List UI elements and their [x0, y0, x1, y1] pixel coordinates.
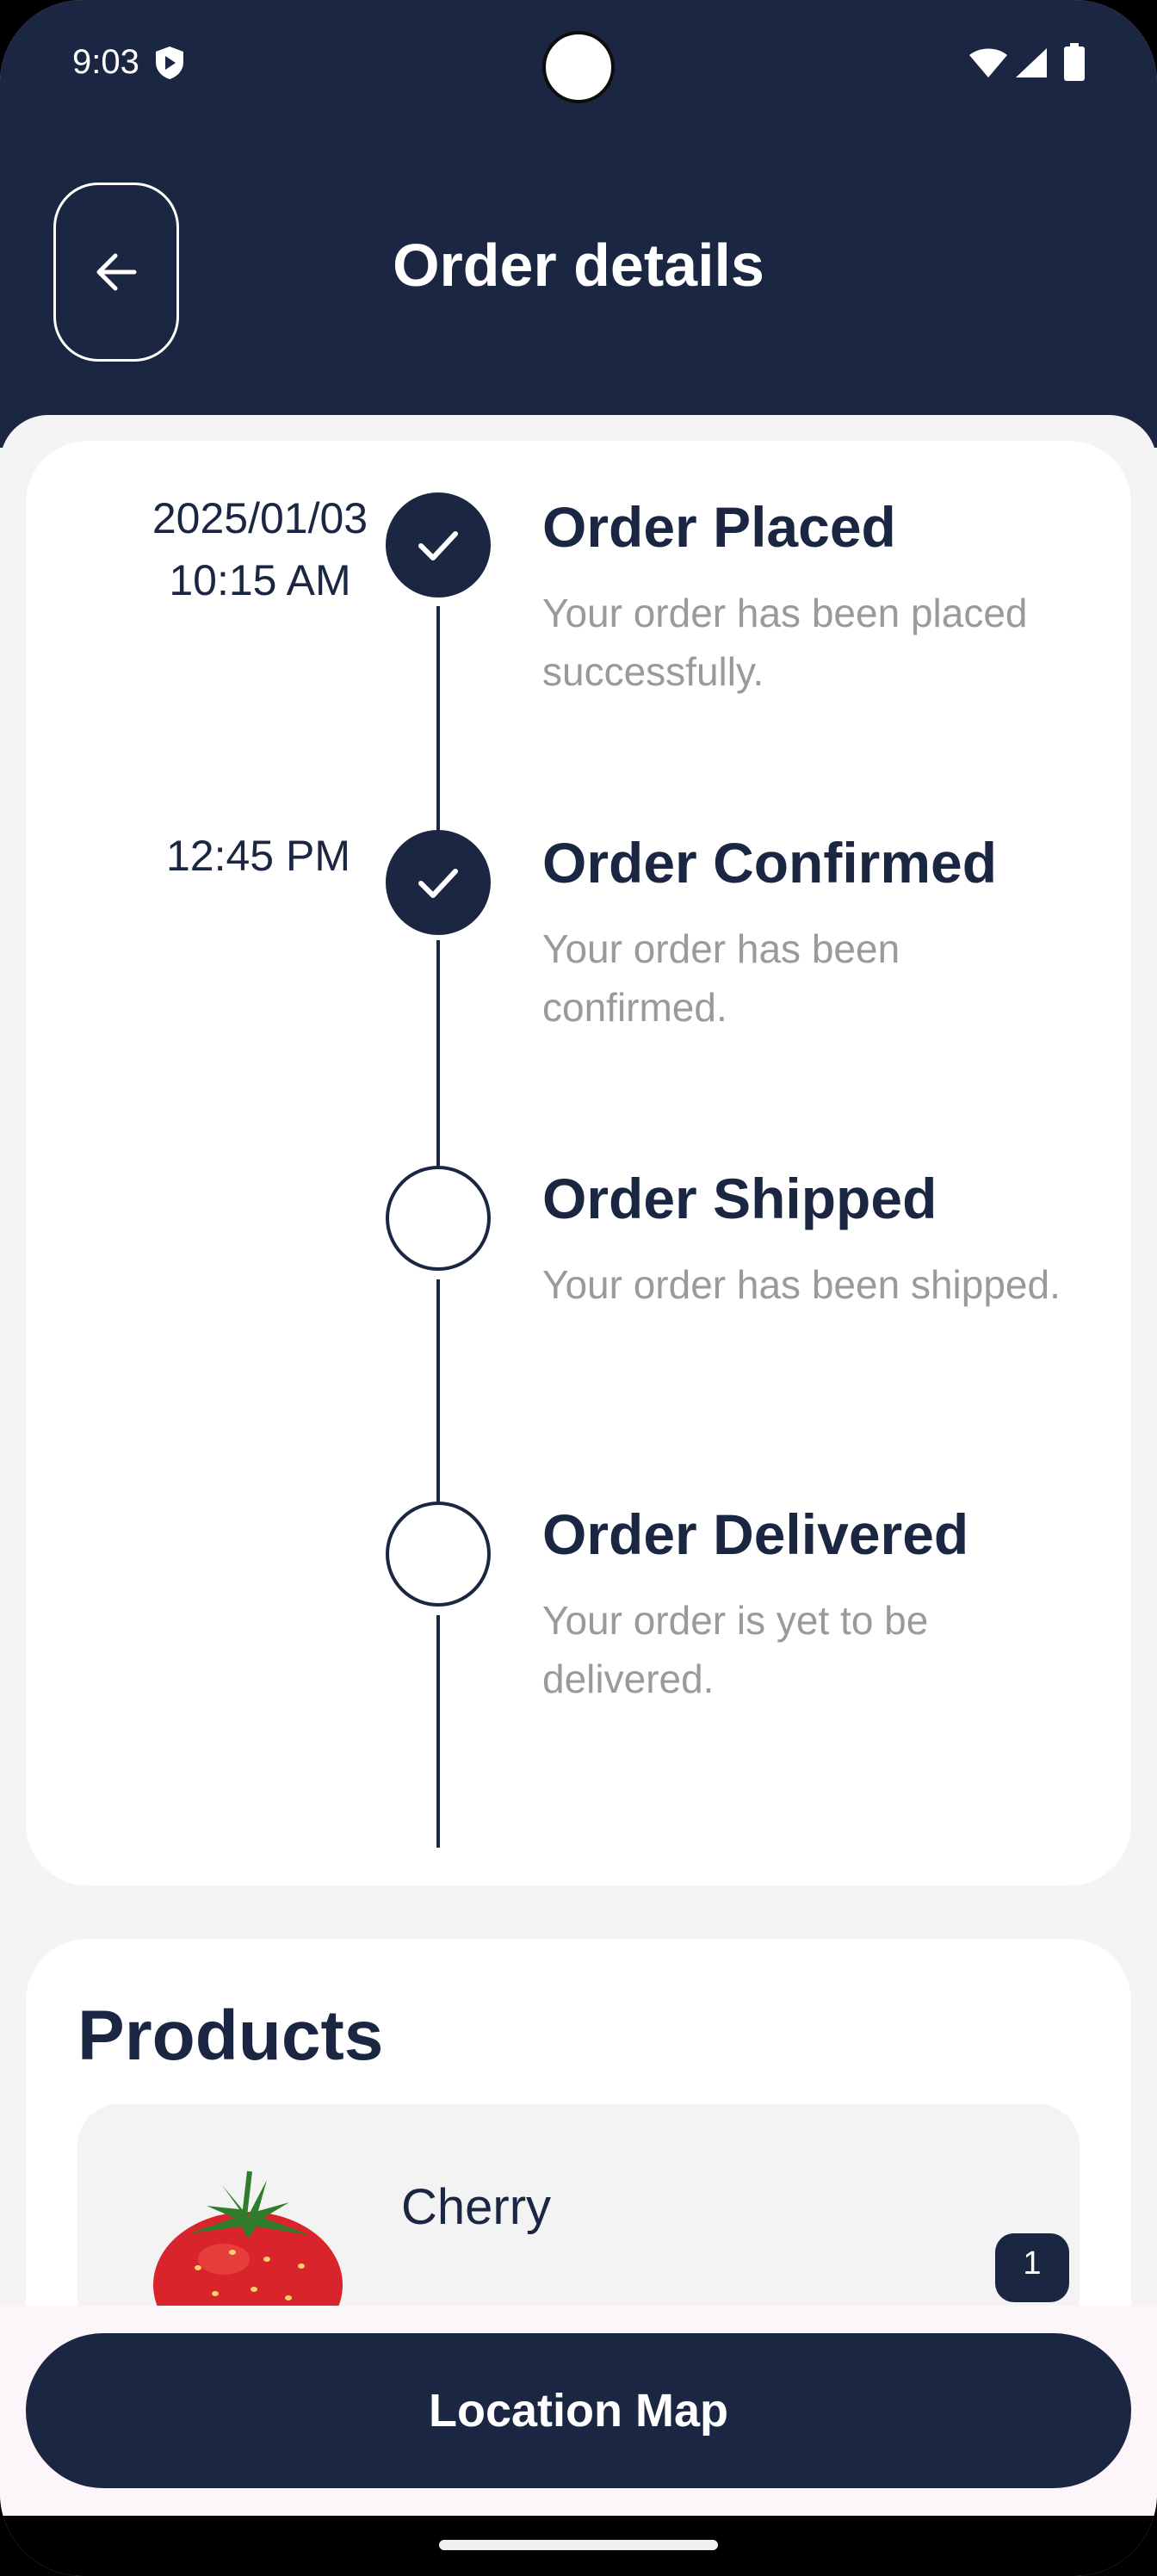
timeline-step-title: Order Shipped [542, 1167, 937, 1230]
shield-icon [156, 46, 183, 79]
timeline-step-title: Order Delivered [542, 1502, 969, 1566]
page-title: Order details [393, 232, 764, 299]
timeline-step-done [386, 830, 491, 935]
timeline-step-title: Order Confirmed [542, 831, 998, 895]
timeline-connector [436, 1615, 440, 1848]
products-heading: Products [77, 1997, 384, 2075]
timeline-step-description: Your order has been confirmed. [542, 926, 900, 1030]
timeline-connector [436, 606, 440, 839]
home-indicator[interactable] [439, 2540, 718, 2550]
check-icon [418, 531, 458, 560]
phone-screen: 9:03 Order details 2025/01/03 10:15 AM O… [0, 0, 1157, 2576]
bottom-action-bar: Location Map [0, 2306, 1157, 2516]
timeline-step-title: Order Placed [542, 495, 896, 559]
check-icon [418, 869, 458, 898]
timeline-connector [436, 1279, 440, 1512]
status-time: 9:03 [72, 43, 139, 81]
quantity-badge: 1 [995, 2233, 1069, 2302]
wifi-icon [969, 48, 1007, 77]
strawberry-image [153, 2170, 343, 2328]
timeline-step-pending [386, 1166, 491, 1271]
timestamp-time: 12:45 PM [165, 832, 350, 880]
content-sheet: 2025/01/03 10:15 AM Order Placed Your or… [0, 415, 1157, 2378]
timeline-connector [436, 940, 440, 1174]
timeline-step-pending [386, 1502, 491, 1607]
timeline-timestamp: 2025/01/03 10:15 AM [131, 487, 389, 611]
status-bar: 9:03 [0, 0, 1157, 129]
app-header: 9:03 Order details [0, 0, 1157, 448]
timeline-step-description: Your order has been shipped. [542, 1262, 1061, 1307]
timeline-step-done [386, 492, 491, 598]
front-camera [542, 31, 615, 103]
product-name: Cherry [401, 2179, 552, 2235]
location-map-button[interactable]: Location Map [26, 2333, 1131, 2488]
signal-icon [1016, 48, 1047, 77]
timeline-step-description: Your order has been placed successfully. [542, 591, 1028, 694]
timestamp-date: 2025/01/03 [152, 494, 368, 542]
battery-icon [1064, 43, 1085, 81]
timeline-step-description: Your order is yet to be delivered. [542, 1598, 929, 1701]
order-timeline: 2025/01/03 10:15 AM Order Placed Your or… [26, 441, 1131, 1886]
timeline-timestamp: 12:45 PM [129, 825, 387, 887]
timestamp-time: 10:15 AM [169, 556, 351, 604]
